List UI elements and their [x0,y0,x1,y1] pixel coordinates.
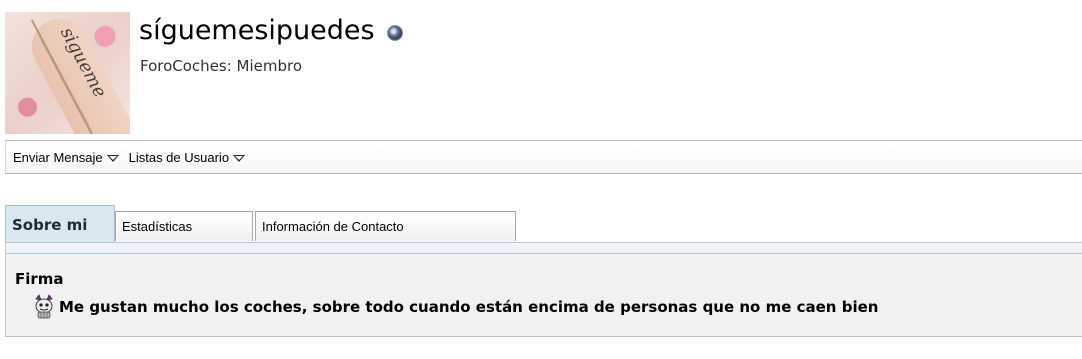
signature-text: Me gustan mucho los coches, sobre todo c… [59,298,879,316]
dropdown-arrow-icon [106,154,119,162]
signature-title: Firma [15,270,64,288]
tab-informacion-contacto[interactable]: Información de Contacto [255,211,516,241]
about-panel: Firma Me gustan mucho los coches, sobre … [5,242,1082,337]
signature: Me gustan mucho los coches, sobre todo c… [34,294,878,320]
profile-tabs: Estadísticas Información de Contacto Sob… [5,205,1082,243]
profile-username: síguemesipuedes [139,15,375,46]
dropdown-arrow-icon [233,154,246,162]
user-lists-button[interactable]: Listas de Usuario [128,149,246,165]
send-message-button[interactable]: Enviar Mensaje [13,150,119,165]
evil-smiley-icon [35,294,53,319]
tab-label: Estadísticas [122,219,193,234]
avatar: sigueme [5,12,130,134]
tab-label: Información de Contacto [262,219,404,234]
panel-divider [6,253,1082,254]
profile-action-bar: Enviar Mensaje Listas de Usuario [5,140,1082,174]
tab-label: Sobre mi [12,215,88,234]
tab-sobre-mi[interactable]: Sobre mi [5,205,115,243]
send-message-label: Enviar Mensaje [13,149,103,165]
profile-username-row: síguemesipuedes [139,15,403,46]
tab-estadisticas[interactable]: Estadísticas [115,211,253,241]
online-status-icon [386,24,403,41]
profile-usertitle: ForoCoches: Miembro [140,57,303,75]
user-lists-label: Listas de Usuario [128,149,230,165]
